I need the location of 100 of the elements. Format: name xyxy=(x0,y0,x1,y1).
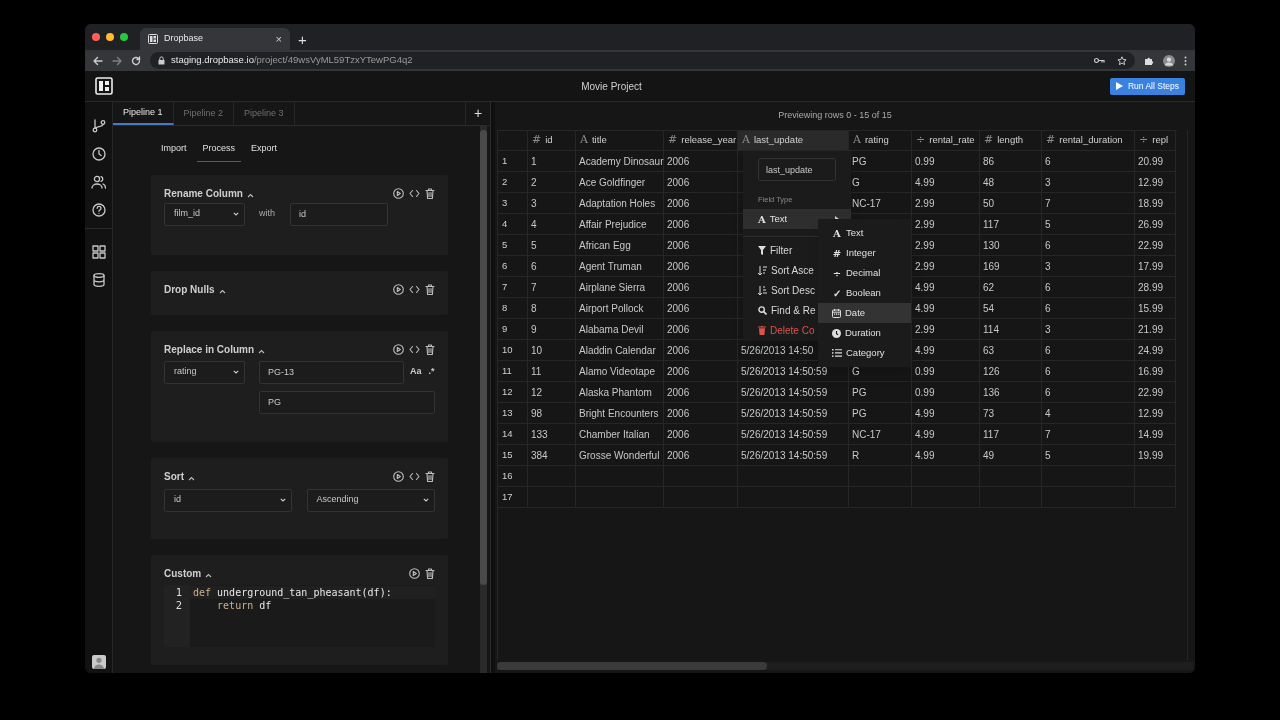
profile-avatar-icon[interactable] xyxy=(1163,54,1175,67)
user-avatar-icon[interactable] xyxy=(91,655,106,669)
help-icon[interactable] xyxy=(91,203,106,217)
column-header[interactable]: # release_year xyxy=(664,131,738,151)
menu-item[interactable]: Delete Co xyxy=(758,320,815,341)
column-select[interactable]: film_id xyxy=(164,202,245,226)
collapse-chevron-icon[interactable] xyxy=(188,475,195,481)
table-cell-text: Academy Dinosaur xyxy=(579,154,664,169)
match-case-toggle[interactable]: Aa xyxy=(410,365,422,379)
column-select[interactable]: id xyxy=(164,488,292,512)
column-header[interactable]: # id xyxy=(528,131,576,151)
run-step-icon[interactable] xyxy=(393,188,404,199)
step-tab[interactable]: Process xyxy=(196,142,242,162)
scrollbar-thumb[interactable] xyxy=(480,130,487,585)
run-all-steps-button[interactable]: Run All Steps xyxy=(1109,77,1185,95)
column-header[interactable]: A title xyxy=(576,131,664,151)
grid-icon[interactable] xyxy=(91,245,106,259)
type-option[interactable]: # Integer xyxy=(818,243,911,263)
column-select[interactable]: Ascending xyxy=(306,488,435,512)
menu-item[interactable]: Sort Asce xyxy=(758,260,814,281)
type-option[interactable]: ÷ Decimal xyxy=(818,263,911,283)
delete-step-icon[interactable] xyxy=(425,188,435,199)
table-cell-text: 7 xyxy=(1045,196,1051,211)
table-cell-text: 5/26/2013 14:50:59 xyxy=(741,448,828,463)
table-cell-text: 6 xyxy=(1045,364,1051,379)
code-icon[interactable] xyxy=(409,345,420,354)
key-icon[interactable] xyxy=(1094,57,1105,64)
type-option[interactable]: Date xyxy=(818,303,911,323)
table-cell-text: NC-17 xyxy=(852,427,881,442)
menu-item[interactable]: Filter xyxy=(758,240,793,261)
code-icon[interactable] xyxy=(409,189,420,198)
users-icon[interactable] xyxy=(91,175,106,189)
run-step-icon[interactable] xyxy=(409,568,420,579)
table-cell-text: 16.99 xyxy=(1138,364,1164,379)
collapse-chevron-icon[interactable] xyxy=(205,572,213,578)
column-type-icon: # xyxy=(532,132,542,149)
table-cell-text: Affair Prejudice xyxy=(579,217,647,232)
reload-icon[interactable] xyxy=(131,55,141,66)
table-cell-text: 2006 xyxy=(667,322,690,337)
address-bar[interactable]: staging.dropbase.io/project/49wsVyML59TzxYTewPG4q2 xyxy=(150,52,1135,69)
star-icon[interactable] xyxy=(1117,55,1127,66)
run-step-icon[interactable] xyxy=(393,284,404,295)
database-icon[interactable] xyxy=(92,273,105,287)
column-name-field[interactable]: last_update xyxy=(758,158,836,181)
column-name: rental_duration xyxy=(1059,133,1123,148)
run-step-icon[interactable] xyxy=(393,471,404,482)
collapse-chevron-icon[interactable] xyxy=(246,192,254,198)
clock-icon[interactable] xyxy=(91,147,106,161)
menu-item[interactable]: Find & Re xyxy=(758,300,816,321)
column-header[interactable]: A rating xyxy=(849,131,912,151)
more-menu-icon[interactable] xyxy=(1184,55,1187,66)
branch-icon[interactable] xyxy=(91,119,106,133)
replace-field[interactable]: PG xyxy=(259,390,435,414)
column-header[interactable]: # length xyxy=(980,131,1042,151)
regex-toggle[interactable]: .* xyxy=(428,365,435,379)
menu-item[interactable]: Sort Desc xyxy=(758,280,815,301)
table-cell-text: 130 xyxy=(983,238,1000,253)
forward-icon[interactable] xyxy=(112,55,122,66)
browser-tab[interactable]: Dropbase × xyxy=(140,28,290,50)
delete-step-icon[interactable] xyxy=(425,284,435,295)
run-step-icon[interactable] xyxy=(393,344,404,355)
step-tab[interactable]: Import xyxy=(155,142,193,162)
table-cell-text: 169 xyxy=(983,259,1000,274)
new-name-field[interactable]: id xyxy=(290,202,388,226)
close-tab-button[interactable]: × xyxy=(275,33,282,45)
column-header[interactable]: ÷ repl xyxy=(1135,131,1176,151)
puzzle-icon[interactable] xyxy=(1144,55,1154,66)
column-select[interactable]: rating xyxy=(164,360,245,384)
column-type-icon: # xyxy=(1046,132,1056,149)
table-cell-text: 24.99 xyxy=(1138,343,1164,358)
collapse-chevron-icon[interactable] xyxy=(258,348,265,354)
type-option[interactable]: ✓ Boolean xyxy=(818,283,911,303)
table-cell-text: Airplane Sierra xyxy=(579,280,646,295)
table-cell-text: 6 xyxy=(1045,280,1051,295)
type-option[interactable]: Category xyxy=(818,343,911,363)
type-option[interactable]: Duration xyxy=(818,323,911,343)
table-cell-text: 4 xyxy=(531,217,537,232)
table-cell-text: Adaptation Holes xyxy=(579,196,656,211)
step-title: Rename Column xyxy=(164,187,243,201)
caret-down-icon xyxy=(279,498,286,502)
delete-step-icon[interactable] xyxy=(425,471,435,482)
back-icon[interactable] xyxy=(93,55,103,66)
new-tab-button[interactable]: + xyxy=(298,32,307,47)
find-field[interactable]: PG-13 xyxy=(259,360,404,384)
pipeline-tab[interactable]: Pipeline 1 xyxy=(113,102,174,125)
row-number: 11 xyxy=(502,363,512,378)
column-header[interactable]: A last_update xyxy=(738,131,849,151)
column-header[interactable]: ÷ rental_rate xyxy=(912,131,980,151)
code-icon[interactable] xyxy=(409,472,420,481)
code-icon[interactable] xyxy=(409,285,420,294)
pipeline-tab[interactable]: Pipeline 3 xyxy=(234,102,295,125)
scrollbar-thumb[interactable] xyxy=(497,662,767,670)
step-tab[interactable]: Export xyxy=(245,142,284,162)
collapse-chevron-icon[interactable] xyxy=(218,288,226,294)
delete-step-icon[interactable] xyxy=(425,344,435,355)
code-editor[interactable]: 1 2 def underground_tan_pheasant(df): return df xyxy=(164,584,435,647)
column-header[interactable]: # rental_duration xyxy=(1042,131,1135,151)
table-cell-text: Chamber Italian xyxy=(579,427,650,442)
delete-step-icon[interactable] xyxy=(425,568,435,579)
pipeline-tab[interactable]: Pipeline 2 xyxy=(173,102,235,125)
